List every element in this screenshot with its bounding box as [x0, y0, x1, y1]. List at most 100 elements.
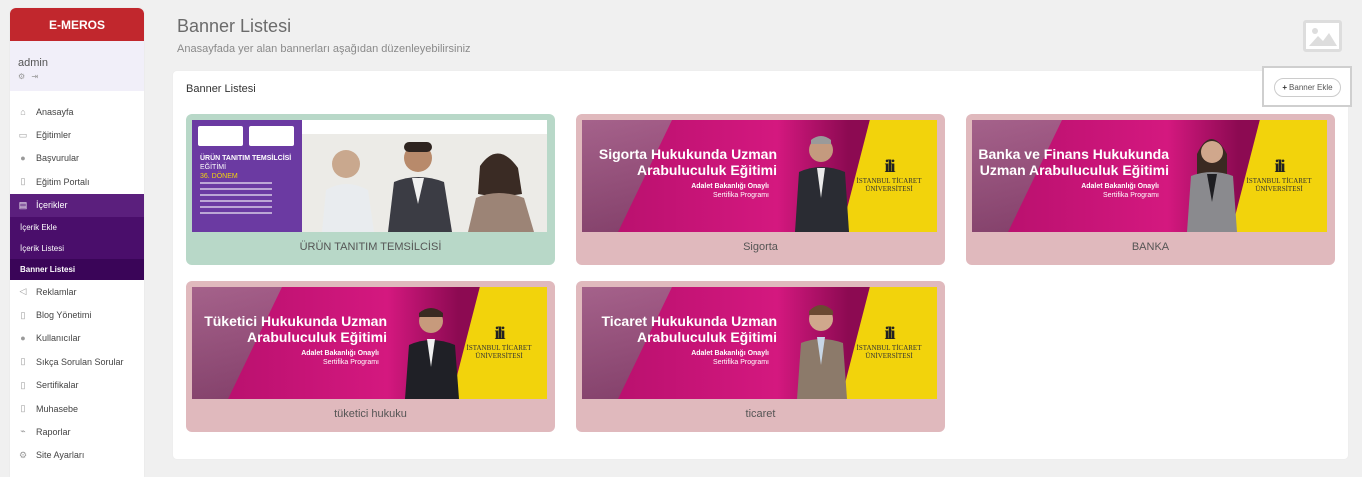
- sidebar-item-label: Eğitim Portalı: [36, 176, 90, 187]
- banner-image[interactable]: Sigorta Hukukunda Uzman Arabuluculuk Eğit…: [582, 120, 937, 232]
- banner-art-subtitle: Adalet Bakanlığı Onaylı Sertifika Program…: [691, 183, 769, 199]
- sidebar-item-label: Başvurular: [36, 153, 80, 164]
- university-logo: ili İSTANBUL TİCARET ÜNİVERSİTESİ: [856, 156, 922, 193]
- logout-icon[interactable]: ⇥: [31, 72, 40, 81]
- sidebar-item-egitimler[interactable]: ▭ Eğitimler: [10, 123, 144, 146]
- banner-card[interactable]: Ticaret Hukukunda Uzman Arabuluculuk Eğit…: [576, 281, 945, 432]
- banner-art-subtitle: Adalet Bakanlığı Onaylı Sertifika Program…: [1081, 183, 1159, 199]
- sidebar-menu: ⌂ Anasayfa ▭ Eğitimler ● Başvurular ▯ Eğitim…: [10, 91, 144, 467]
- sidebar-item-label: Sıkça Sorulan Sorular: [36, 356, 124, 367]
- add-banner-label: Banner Ekle: [1289, 83, 1333, 92]
- banner-photo: [302, 134, 547, 232]
- user-actions: ⚙ ⇥: [18, 72, 136, 81]
- banner-card[interactable]: ÜRÜN TANITIM TEMSİLCİSİ EĞİTİMİ 36. DÖNE…: [186, 114, 555, 265]
- sidebar-item-kullanicilar[interactable]: ● Kullanıcılar: [10, 327, 144, 350]
- sidebar-item-label: İçerikler: [36, 200, 68, 211]
- banner-caption: ÜRÜN TANITIM TEMSİLCİSİ: [299, 241, 442, 253]
- image-placeholder-icon: [1303, 20, 1342, 52]
- banner-art-title: ÜRÜN TANITIM TEMSİLCİSİ EĞİTİMİ 36. DÖNE…: [200, 155, 292, 180]
- banner-art: Ticaret Hukukunda Uzman Arabuluculuk Eğit…: [582, 287, 937, 399]
- page-subtitle: Anasayfada yer alan bannerları aşağıdan …: [177, 43, 471, 55]
- banner-caption: tüketici hukuku: [334, 408, 407, 420]
- panel-title: Banner Listesi: [186, 83, 256, 95]
- sidebar-item-raporlar[interactable]: ⌁ Raporlar: [10, 420, 144, 443]
- megaphone-icon: ◁: [19, 286, 27, 297]
- banner-person: [795, 136, 849, 232]
- book-icon: ▭: [18, 129, 28, 140]
- file-icon: ▯: [20, 379, 26, 390]
- banner-art-title: Tüketici Hukukunda Uzman Arabuluculuk Eği…: [204, 313, 387, 345]
- home-icon: ⌂: [20, 106, 26, 117]
- sidebar-item-sss[interactable]: ▯ Sıkça Sorulan Sorular: [10, 350, 144, 373]
- submenu-item-icerik-listesi[interactable]: İçerik Listesi: [10, 238, 144, 259]
- sidebar-item-sertifikalar[interactable]: ▯ Sertifikalar: [10, 374, 144, 397]
- banner-panel: Banner Listesi + Banner Ekle ÜRÜN TANITIM…: [172, 66, 1352, 460]
- plus-icon: +: [1282, 83, 1288, 92]
- page-title: Banner Listesi: [177, 16, 292, 36]
- banner-image[interactable]: ÜRÜN TANITIM TEMSİLCİSİ EĞİTİMİ 36. DÖNE…: [192, 120, 547, 232]
- sidebar: E-MEROS admin ⚙ ⇥ ⌂ Anasayfa ▭ Eğitimler ●…: [10, 8, 144, 477]
- file-icon: ▯: [20, 176, 26, 187]
- banner-caption: ticaret: [745, 408, 776, 420]
- banner-caption: BANKA: [1131, 241, 1170, 253]
- banner-logos: [198, 126, 294, 146]
- file-icon: ▯: [20, 403, 26, 414]
- users-icon: ●: [20, 153, 26, 164]
- banner-art-title: Banka ve Finans Hukukunda Uzman Arabulucu…: [978, 146, 1169, 178]
- banner-art-subtitle: Adalet Bakanlığı Onaylı Sertifika Program…: [691, 350, 769, 366]
- university-logo: ili İSTANBUL TİCARET ÜNİVERSİTESİ: [466, 323, 532, 360]
- sidebar-item-blog[interactable]: ▯ Blog Yönetimi: [10, 303, 144, 326]
- user-box: admin ⚙ ⇥: [10, 41, 144, 91]
- sidebar-item-label: Eğitimler: [36, 130, 72, 141]
- sidebar-item-reklamlar[interactable]: ◁ Reklamlar: [10, 280, 144, 303]
- chart-icon: ⌁: [20, 426, 26, 437]
- banner-person: [405, 308, 459, 399]
- settings-icon[interactable]: ⚙: [18, 72, 27, 81]
- banner-card[interactable]: Banka ve Finans Hukukunda Uzman Arabulucu…: [966, 114, 1335, 265]
- sidebar-item-muhasebe[interactable]: ▯ Muhasebe: [10, 397, 144, 420]
- university-logo: ili İSTANBUL TİCARET ÜNİVERSİTESİ: [856, 323, 922, 360]
- sidebar-item-anasayfa[interactable]: ⌂ Anasayfa: [10, 100, 144, 123]
- banner-card[interactable]: Sigorta Hukukunda Uzman Arabuluculuk Eğit…: [576, 114, 945, 265]
- banner-caption: Sigorta: [743, 241, 778, 253]
- sidebar-item-label: Blog Yönetimi: [36, 310, 92, 321]
- sidebar-item-site-ayarlari[interactable]: ⚙ Site Ayarları: [10, 444, 144, 467]
- sidebar-item-label: Anasayfa: [36, 106, 74, 117]
- file-icon: ▯: [20, 356, 26, 367]
- gear-icon: ⚙: [18, 449, 28, 460]
- banner-art-panel: ÜRÜN TANITIM TEMSİLCİSİ EĞİTİMİ 36. DÖNE…: [192, 120, 302, 232]
- add-button-highlight: + Banner Ekle: [1262, 66, 1352, 107]
- sidebar-item-label: Kullanıcılar: [36, 333, 81, 344]
- banner-image[interactable]: Banka ve Finans Hukukunda Uzman Arabulucu…: [972, 120, 1327, 232]
- banner-person: [797, 305, 847, 399]
- banner-art-title: Ticaret Hukukunda Uzman Arabuluculuk Eğit…: [601, 313, 777, 345]
- submenu-item-icerik-ekle[interactable]: İçerik Ekle: [10, 217, 144, 238]
- banner-art-lines: [200, 182, 290, 218]
- sidebar-submenu: İçerik Ekle İçerik Listesi Banner Listes…: [10, 216, 144, 280]
- banner-art: Tüketici Hukukunda Uzman Arabuluculuk Eği…: [192, 287, 547, 399]
- banner-art-subtitle: Adalet Bakanlığı Onaylı Sertifika Program…: [301, 350, 379, 366]
- sidebar-item-label: Muhasebe: [36, 403, 79, 414]
- users-icon: ●: [20, 333, 26, 344]
- university-logo: ili İSTANBUL TİCARET ÜNİVERSİTESİ: [1246, 156, 1312, 193]
- sidebar-item-basvurular[interactable]: ● Başvurular: [10, 147, 144, 170]
- file-text-icon: ▤: [18, 199, 28, 210]
- submenu-item-banner-listesi[interactable]: Banner Listesi: [10, 258, 144, 280]
- sidebar-item-icerikler[interactable]: ▤ İçerikler: [10, 193, 144, 217]
- banner-person: [1187, 139, 1237, 232]
- brand-logo[interactable]: E-MEROS: [10, 8, 144, 41]
- sidebar-item-label: Site Ayarları: [36, 450, 85, 461]
- banner-image[interactable]: Ticaret Hukukunda Uzman Arabuluculuk Eğit…: [582, 287, 937, 399]
- banner-card[interactable]: Tüketici Hukukunda Uzman Arabuluculuk Eği…: [186, 281, 555, 432]
- file-icon: ▯: [20, 309, 26, 320]
- sidebar-item-egitim-portali[interactable]: ▯ Eğitim Portalı: [10, 170, 144, 193]
- username: admin: [18, 57, 48, 69]
- banner-image[interactable]: Tüketici Hukukunda Uzman Arabuluculuk Eği…: [192, 287, 547, 399]
- add-banner-button[interactable]: + Banner Ekle: [1274, 78, 1341, 97]
- banner-art: Banka ve Finans Hukukunda Uzman Arabulucu…: [972, 120, 1327, 232]
- sidebar-item-label: Raporlar: [36, 426, 71, 437]
- banner-art: Sigorta Hukukunda Uzman Arabuluculuk Eğit…: [582, 120, 937, 232]
- banner-art-title: Sigorta Hukukunda Uzman Arabuluculuk Eğit…: [598, 146, 777, 178]
- sidebar-item-label: Sertifikalar: [36, 380, 79, 391]
- banner-art: ÜRÜN TANITIM TEMSİLCİSİ EĞİTİMİ 36. DÖNE…: [192, 120, 547, 232]
